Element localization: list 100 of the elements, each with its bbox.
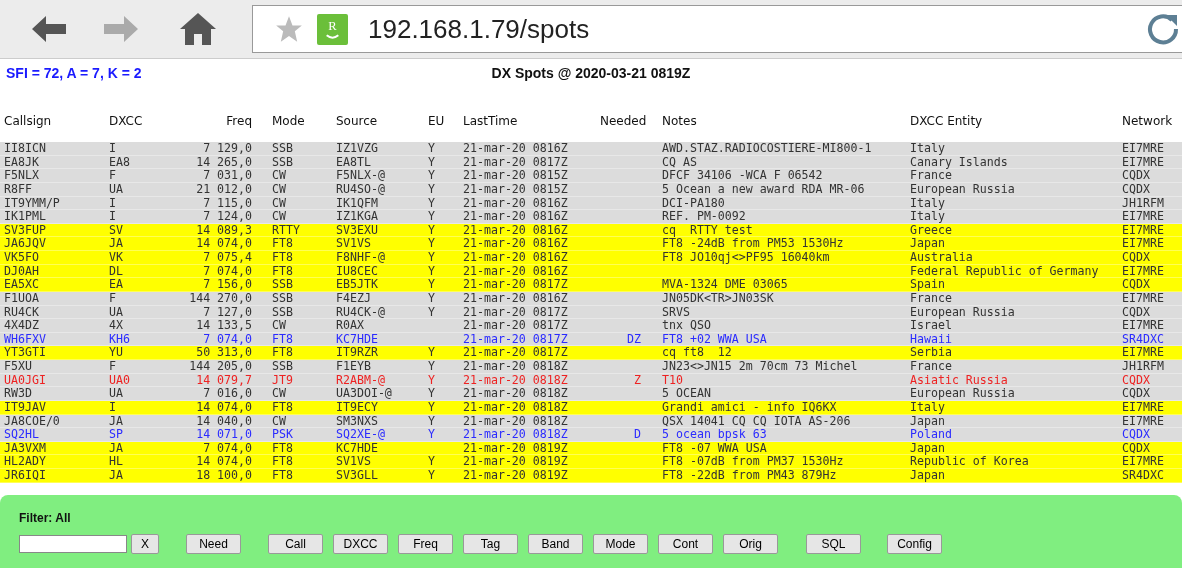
- solar-conditions: SFI = 72, A = 7, K = 2: [6, 65, 142, 81]
- frequency-cell: 7 115,0: [203, 195, 252, 210]
- mode-cell: FT8: [272, 454, 293, 469]
- mode-cell: JT9: [272, 372, 293, 387]
- eu-cell: Y: [428, 345, 435, 360]
- filter-button[interactable]: DXCC: [333, 533, 388, 554]
- spot-row[interactable]: YT3GTI YU 50 313,0 FT8 IT9RZR Y 21-mar-20 0817Z cq ft8 12 Serbia EI7MRE: [0, 346, 1182, 360]
- reload-icon[interactable]: [1146, 12, 1180, 46]
- spot-row[interactable]: 4X4DZ 4X 14 133,5 CW R0AX 21-mar-20 0817Z tnx QSO Israel EI7MRE: [0, 319, 1182, 333]
- site-badge-icon: R: [317, 13, 348, 45]
- source-cell: IK1QFM: [336, 195, 378, 210]
- notes-cell: FT8 -24dB from PM53 1530Hz: [662, 236, 844, 251]
- notes-cell: tnx QSO: [662, 318, 711, 333]
- spot-row[interactable]: HL2ADY HL 14 074,0 FT8 SV1VS Y 21-mar-20 0819Z FT8 -07dB from PM37 1530Hz Republic of Korea EI7MRE: [0, 455, 1182, 469]
- notes-cell: FT8 +02 WWA USA: [662, 331, 767, 346]
- entity-cell: Italy: [910, 399, 945, 414]
- address-bar[interactable]: R 192.168.1.79/spots: [252, 5, 1182, 53]
- time-cell: 21-mar-20 0818Z: [463, 359, 568, 373]
- source-cell: SV1VS: [336, 454, 371, 469]
- dxcc-cell: F: [109, 359, 116, 373]
- source-cell: RU4SO-@: [336, 181, 385, 196]
- notes-cell: QSX 14041 CQ CQ IOTA AS-206: [662, 413, 851, 428]
- filter-button[interactable]: Freq: [398, 533, 453, 554]
- time-cell: 21-mar-20 0817Z: [463, 154, 568, 169]
- spot-row[interactable]: JA6JQV JA 14 074,0 FT8 SV1VS Y 21-mar-20 0816Z FT8 -24dB from PM53 1530Hz Japan EI7MRE: [0, 237, 1182, 251]
- filter-button[interactable]: Need: [186, 533, 241, 554]
- network-cell: EI7MRE: [1122, 318, 1164, 333]
- mode-cell: CW: [272, 413, 286, 428]
- frequency-cell: 7 124,0: [203, 209, 252, 224]
- callsign-cell: WH6FXV: [4, 331, 46, 346]
- spot-row[interactable]: JR6IQI JA 18 100,0 FT8 SV3GLL Y 21-mar-20 0819Z FT8 -22dB from PM43 879Hz Japan SR4DXC: [0, 469, 1182, 483]
- filter-button[interactable]: Config: [887, 533, 942, 554]
- star-icon[interactable]: [275, 15, 303, 43]
- filter-button[interactable]: Cont: [658, 533, 713, 554]
- eu-cell: Y: [428, 468, 435, 482]
- mode-cell: CW: [272, 386, 286, 401]
- filter-input[interactable]: [19, 534, 127, 553]
- frequency-cell: 14 074,0: [196, 236, 252, 251]
- mode-cell: SSB: [272, 359, 293, 373]
- dxcc-cell: UA: [109, 181, 123, 196]
- frequency-cell: 7 031,0: [203, 168, 252, 183]
- frequency-cell: 7 074,0: [203, 263, 252, 278]
- filter-button[interactable]: Call: [268, 533, 323, 554]
- callsign-cell: JA8COE/0: [4, 413, 60, 428]
- time-cell: 21-mar-20 0817Z: [463, 277, 568, 292]
- back-arrow-icon[interactable]: [32, 16, 66, 42]
- network-cell: SR4DXC: [1122, 468, 1164, 482]
- entity-cell: France: [910, 359, 952, 373]
- callsign-cell: RU4CK: [4, 304, 39, 319]
- filter-button[interactable]: SQL: [806, 533, 861, 554]
- spot-row[interactable]: II8ICN I 7 129,0 SSB IZ1VZG Y 21-mar-20 0816Z AWD.STAZ.RADIOCOSTIERE-MI800-1 Italy EI7MRE: [0, 142, 1182, 156]
- spot-row[interactable]: RW3D UA 7 016,0 CW UA3DOI-@ Y 21-mar-20 0818Z 5 OCEAN European Russia CQDX: [0, 387, 1182, 401]
- source-cell: IZ1VZG: [336, 141, 378, 155]
- spot-row[interactable]: EA5XC EA 7 156,0 SSB EB5JTK Y 21-mar-20 0817Z MVA-1324 DME 03065 Spain CQDX: [0, 278, 1182, 292]
- column-header: DXCC: [108, 114, 144, 128]
- dxcc-cell: UA: [109, 386, 123, 401]
- filter-button[interactable]: Orig: [723, 533, 778, 554]
- filter-button[interactable]: Band: [528, 533, 583, 554]
- network-cell: EI7MRE: [1122, 236, 1164, 251]
- spot-row[interactable]: VK5FO VK 7 075,4 FT8 F8NHF-@ Y 21-mar-20 0816Z FT8 JO10qj<>PF95 16040km Australia CQDX: [0, 251, 1182, 265]
- home-icon[interactable]: [180, 13, 216, 45]
- network-cell: CQDX: [1122, 440, 1150, 455]
- callsign-cell: II8ICN: [4, 141, 46, 155]
- source-cell: F4EZJ: [336, 290, 371, 305]
- column-header: Mode: [271, 114, 306, 128]
- mode-cell: SSB: [272, 154, 293, 169]
- eu-cell: Y: [428, 372, 435, 387]
- callsign-cell: 4X4DZ: [4, 318, 39, 333]
- spot-row[interactable]: SQ2HL SP 14 071,0 PSK SQ2XE-@ Y 21-mar-20 0818Z D 5 ocean bpsk 63 Poland CQDX: [0, 428, 1182, 442]
- network-cell: EI7MRE: [1122, 209, 1164, 224]
- time-cell: 21-mar-20 0817Z: [463, 304, 568, 319]
- spot-row[interactable]: F5NLX F 7 031,0 CW F5NLX-@ Y 21-mar-20 0815Z DFCF 34106 -WCA F 06542 France CQDX: [0, 169, 1182, 183]
- notes-cell: cq RTTY test: [662, 222, 753, 237]
- mode-cell: PSK: [272, 427, 293, 442]
- entity-cell: Spain: [910, 277, 945, 292]
- dxcc-cell: UA0: [109, 372, 130, 387]
- entity-cell: Israel: [910, 318, 952, 333]
- network-cell: EI7MRE: [1122, 345, 1164, 360]
- time-cell: 21-mar-20 0815Z: [463, 181, 568, 196]
- time-cell: 21-mar-20 0818Z: [463, 399, 568, 414]
- time-cell: 21-mar-20 0816Z: [463, 263, 568, 278]
- filter-button[interactable]: Mode: [593, 533, 648, 554]
- eu-cell: Y: [428, 290, 435, 305]
- network-cell: SR4DXC: [1122, 331, 1164, 346]
- mode-cell: SSB: [272, 304, 293, 319]
- callsign-cell: RW3D: [4, 386, 32, 401]
- column-header: DXCC Entity: [909, 114, 984, 128]
- callsign-cell: IT9JAV: [4, 399, 46, 414]
- entity-cell: Japan: [910, 468, 945, 482]
- column-header: Notes: [661, 114, 698, 128]
- eu-cell: Y: [428, 386, 435, 401]
- filter-button[interactable]: Tag: [463, 533, 518, 554]
- frequency-cell: 7 016,0: [203, 386, 252, 401]
- frequency-cell: 7 074,0: [203, 331, 252, 346]
- clear-button[interactable]: X: [131, 533, 159, 554]
- source-cell: R2ABM-@: [336, 372, 385, 387]
- spot-row[interactable]: F5XU F 144 205,0 SSB F1EYB Y 21-mar-20 0818Z JN23<>JN15 2m 70cm 73 Michel France JH1RFM: [0, 360, 1182, 374]
- spot-row[interactable]: IK1PML I 7 124,0 CW IZ1KGA Y 21-mar-20 0816Z REF. PM-0092 Italy EI7MRE: [0, 210, 1182, 224]
- dxcc-cell: JA: [109, 236, 123, 251]
- time-cell: 21-mar-20 0818Z: [463, 372, 568, 387]
